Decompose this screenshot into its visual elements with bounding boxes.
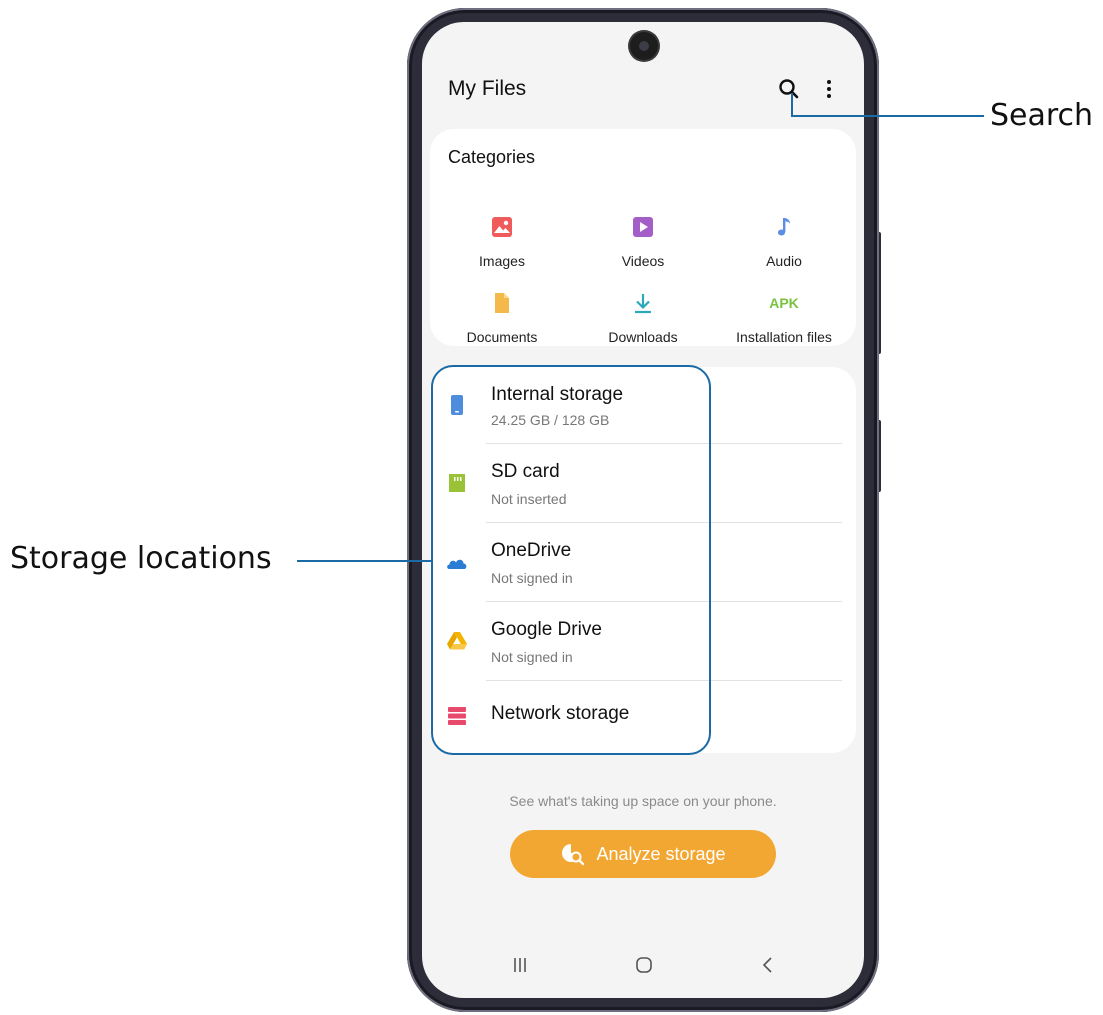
divider <box>486 443 842 444</box>
video-icon <box>633 217 653 237</box>
phone-screen: My Files Categories Images Videos Audio … <box>422 22 864 998</box>
storage-detail: Not inserted <box>491 491 567 507</box>
categories-card: Categories Images Videos Audio Documents… <box>430 129 856 346</box>
categories-title: Categories <box>448 147 536 167</box>
storage-name: Internal storage <box>491 384 624 405</box>
more-vertical-icon <box>827 80 831 98</box>
recents-button[interactable] <box>490 942 550 988</box>
storage-detail: 24.25 GB / 128 GB <box>491 412 610 428</box>
recents-icon <box>514 958 526 972</box>
category-label: Installation files <box>736 329 832 345</box>
storage-item-network[interactable]: Network storage <box>430 682 856 760</box>
storage-locations-callout-label: Storage locations <box>10 541 272 576</box>
category-label: Downloads <box>608 329 678 345</box>
search-icon <box>779 79 799 99</box>
storage-item-internal[interactable]: Internal storage 24.25 GB / 128 GB <box>430 367 856 445</box>
storage-detail: Not signed in <box>491 570 573 586</box>
storage-callout-line <box>297 560 433 562</box>
analyze-storage-icon <box>562 844 585 866</box>
front-camera <box>630 32 658 60</box>
category-documents[interactable]: Documents <box>432 291 572 345</box>
home-button[interactable] <box>614 942 674 988</box>
google-drive-icon <box>447 632 467 650</box>
analyze-hint: See what's taking up space on your phone… <box>509 793 777 809</box>
analyze-storage-label: Analyze storage <box>596 843 726 864</box>
divider <box>486 522 842 523</box>
back-button[interactable] <box>738 942 798 988</box>
category-label: Documents <box>466 329 538 345</box>
download-icon <box>635 294 651 314</box>
category-label: Videos <box>621 253 665 269</box>
category-label: Images <box>479 253 525 269</box>
phone-icon <box>451 395 463 415</box>
back-icon <box>762 957 772 973</box>
more-options-button[interactable] <box>818 76 840 102</box>
navigation-bar <box>422 942 864 988</box>
category-videos[interactable]: Videos <box>573 215 713 269</box>
category-images[interactable]: Images <box>432 215 572 269</box>
category-label: Audio <box>766 253 802 269</box>
app-title: My Files <box>448 77 527 100</box>
music-note-icon <box>777 218 790 236</box>
category-installation-files[interactable]: APK Installation files <box>714 291 854 345</box>
cloud-icon <box>447 559 467 569</box>
storage-name: SD card <box>491 461 560 482</box>
storage-name: OneDrive <box>491 540 572 561</box>
sd-card-icon <box>449 474 465 492</box>
search-callout-label: Search <box>990 98 1094 133</box>
search-callout-line <box>791 93 793 116</box>
storage-name: Network storage <box>491 703 630 724</box>
storage-item-google-drive[interactable]: Google Drive Not signed in <box>430 603 856 681</box>
category-audio[interactable]: Audio <box>714 215 854 269</box>
analyze-storage-button[interactable]: Analyze storage <box>510 830 776 878</box>
search-callout-line <box>791 115 984 117</box>
storage-name: Google Drive <box>491 619 602 640</box>
search-button[interactable] <box>776 76 802 102</box>
divider <box>486 680 842 681</box>
apk-icon: APK <box>769 295 799 311</box>
storage-detail: Not signed in <box>491 649 573 665</box>
storage-item-sd-card[interactable]: SD card Not inserted <box>430 445 856 523</box>
storage-item-onedrive[interactable]: OneDrive Not signed in <box>430 524 856 602</box>
storage-card: Internal storage 24.25 GB / 128 GB SD ca… <box>430 367 856 753</box>
server-icon <box>448 707 466 725</box>
image-icon <box>492 217 512 237</box>
divider <box>486 601 842 602</box>
document-icon <box>495 293 509 313</box>
home-icon <box>636 957 652 973</box>
category-downloads[interactable]: Downloads <box>573 291 713 345</box>
